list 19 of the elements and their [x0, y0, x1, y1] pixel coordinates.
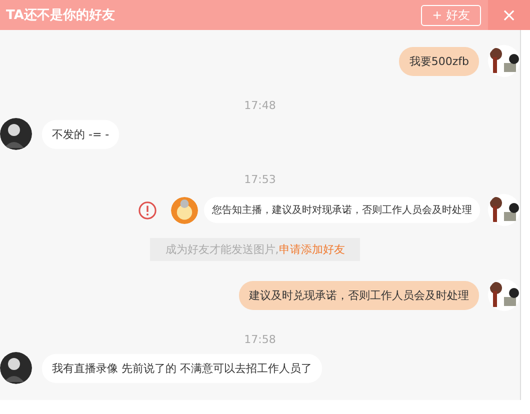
message-bubble: 建议及时兑现承诺，否则工作人员会及时处理 — [239, 280, 479, 310]
avatar-icon[interactable] — [488, 194, 520, 226]
timestamp: 17:48 — [244, 99, 276, 112]
message-bubble: 您告知主播，建议及时对现承诺，否则工作人员会及时处理 — [204, 197, 480, 223]
add-friend-link[interactable]: 申请添加好友 — [278, 243, 345, 256]
avatar-icon[interactable] — [488, 279, 520, 311]
timestamp: 17:53 — [244, 173, 276, 186]
message-bubble: 我有直播录像 先前说了的 不满意可以去招工作人员了 — [42, 354, 322, 382]
message-bubble: 不发的 -= - — [42, 120, 120, 148]
avatar-icon[interactable] — [0, 118, 32, 150]
avatar-icon[interactable] — [488, 45, 520, 77]
window-title: TA还不是你的好友 — [5, 7, 116, 24]
add-friend-button[interactable]: + 好友 — [421, 4, 481, 26]
message-bubble: 我要500zfb — [399, 46, 479, 76]
timestamp: 17:58 — [244, 333, 276, 346]
notice-text: 成为好友才能发送图片, — [165, 243, 279, 256]
avatar-icon[interactable] — [0, 352, 32, 384]
warning-icon — [138, 200, 157, 220]
close-button[interactable]: × — [488, 0, 530, 30]
